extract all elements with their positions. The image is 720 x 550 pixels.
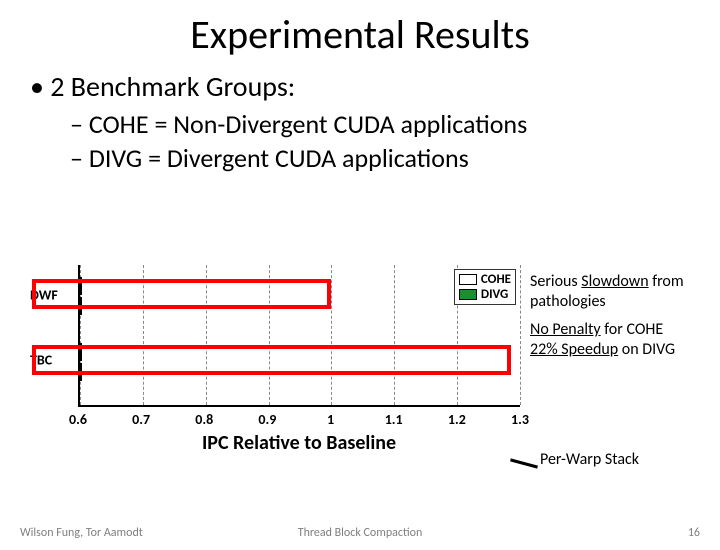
bar-tbc-cohe [80,343,82,361]
x-tick-4: 1 [327,411,334,428]
x-tick-7: 1.3 [511,411,529,428]
per-warp-stack-label: Per-Warp Stack [540,450,639,469]
bullet-cohe-def: COHE = Non-Divergent CUDA applications [70,108,720,140]
bar-dwf-divg [80,297,82,315]
x-tick-0: 0.6 [69,411,87,428]
legend-label-divg: DIVG [481,287,508,302]
chart: DWF TBC CO [30,265,520,455]
legend-swatch-divg [459,289,477,300]
annotation-notes: Serious Slowdown from pathologies No Pen… [530,272,710,360]
bullet-benchmark-groups: 2 Benchmark Groups: [30,69,720,104]
chart-plot-area: COHE DIVG [78,265,520,407]
bullet-list: 2 Benchmark Groups: COHE = Non-Divergent… [30,69,720,174]
x-tick-6: 1.2 [448,411,466,428]
note-tbc: No Penalty for COHE 22% Speedup on DIVG [530,320,710,360]
x-axis-label: IPC Relative to Baseline [78,431,520,455]
bullet-divg-def: DIVG = Divergent CUDA applications [70,142,720,174]
page-title: Experimental Results [0,10,720,59]
legend-label-cohe: COHE [481,272,511,287]
highlight-dwf [32,279,331,309]
footer-page-number: 16 [688,526,700,540]
chart-legend: COHE DIVG [454,269,516,305]
x-tick-1: 0.7 [132,411,150,428]
x-tick-3: 0.9 [258,411,276,428]
legend-swatch-cohe [459,274,477,285]
note-dwf: Serious Slowdown from pathologies [530,272,710,312]
legend-cohe: COHE [459,272,511,287]
highlight-tbc [32,345,511,375]
x-tick-2: 0.8 [195,411,213,428]
footer-topic: Thread Block Compaction [0,526,720,540]
x-ticks: 0.6 0.7 0.8 0.9 1 1.1 1.2 1.3 [78,407,520,429]
bar-tbc-divg [80,363,82,381]
bar-dwf-cohe [80,277,82,295]
legend-divg: DIVG [459,287,511,302]
y-tick-tbc: TBC [30,352,52,369]
x-tick-5: 1.1 [385,411,403,428]
y-tick-dwf: DWF [30,287,58,304]
per-warp-stack-line-icon [510,458,538,468]
